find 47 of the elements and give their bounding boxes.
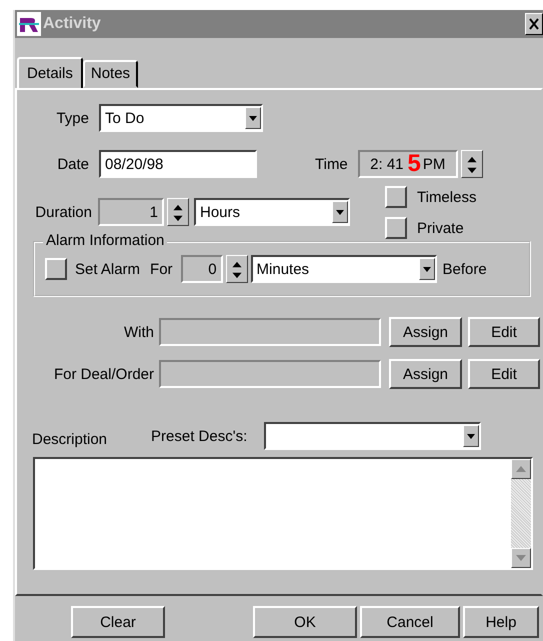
time-field[interactable]: 2: 41 5 PM: [358, 150, 458, 178]
checkbox-label: Private: [417, 220, 464, 236]
duration-field[interactable]: 1: [98, 198, 164, 226]
field-label: Type: [55, 110, 89, 126]
link-button[interactable]: Assign: [389, 317, 462, 347]
spin-buttons[interactable]: [167, 198, 189, 226]
preset-dropdown[interactable]: [264, 422, 482, 450]
description-textarea[interactable]: [33, 457, 533, 570]
alarm-amount-field[interactable]: 0: [180, 255, 223, 283]
field-label: Duration: [34, 204, 92, 220]
time-value: 2: 41: [370, 156, 404, 172]
checkbox[interactable]: [385, 186, 407, 208]
dialog-button[interactable]: Help: [463, 606, 539, 638]
dialog-button[interactable]: OK: [253, 606, 357, 638]
annotation-label: 5: [408, 153, 421, 175]
tab[interactable]: Details: [17, 57, 83, 90]
field-label: Description: [32, 430, 108, 448]
field-label: With: [123, 324, 154, 340]
checkbox[interactable]: [45, 258, 67, 280]
field-label: For: [150, 260, 173, 278]
field-label: Preset Desc's:: [151, 428, 248, 444]
link-field[interactable]: [159, 318, 381, 346]
app-logo-icon: [17, 12, 41, 36]
link-button[interactable]: Assign: [389, 359, 462, 389]
checkbox-label: Timeless: [417, 188, 476, 206]
field-label: Before: [442, 260, 487, 278]
close-button[interactable]: [525, 13, 543, 35]
dialog-button[interactable]: Cancel: [360, 606, 460, 638]
time-suffix: PM: [422, 156, 446, 172]
link-button[interactable]: Edit: [468, 317, 540, 347]
link-field[interactable]: [159, 360, 381, 388]
type-dropdown[interactable]: To Do: [99, 104, 263, 132]
date-field[interactable]: 08/20/98: [99, 150, 257, 178]
link-button[interactable]: Edit: [468, 359, 540, 389]
alarm-unit-dropdown[interactable]: Minutes: [250, 255, 437, 283]
dialog-button[interactable]: Clear: [71, 606, 165, 638]
field-label: Date: [56, 156, 89, 172]
spin-buttons[interactable]: [460, 150, 483, 178]
window-title: Activity: [43, 15, 102, 33]
tab[interactable]: Notes: [82, 60, 138, 88]
checkbox-label: Set Alarm: [75, 260, 140, 278]
checkbox[interactable]: [385, 217, 407, 239]
spin-buttons[interactable]: [226, 255, 248, 283]
close-icon: [529, 18, 539, 30]
field-label: Time: [315, 156, 348, 172]
field-label: For Deal/Order: [52, 366, 154, 382]
unit-dropdown[interactable]: Hours: [194, 198, 350, 226]
